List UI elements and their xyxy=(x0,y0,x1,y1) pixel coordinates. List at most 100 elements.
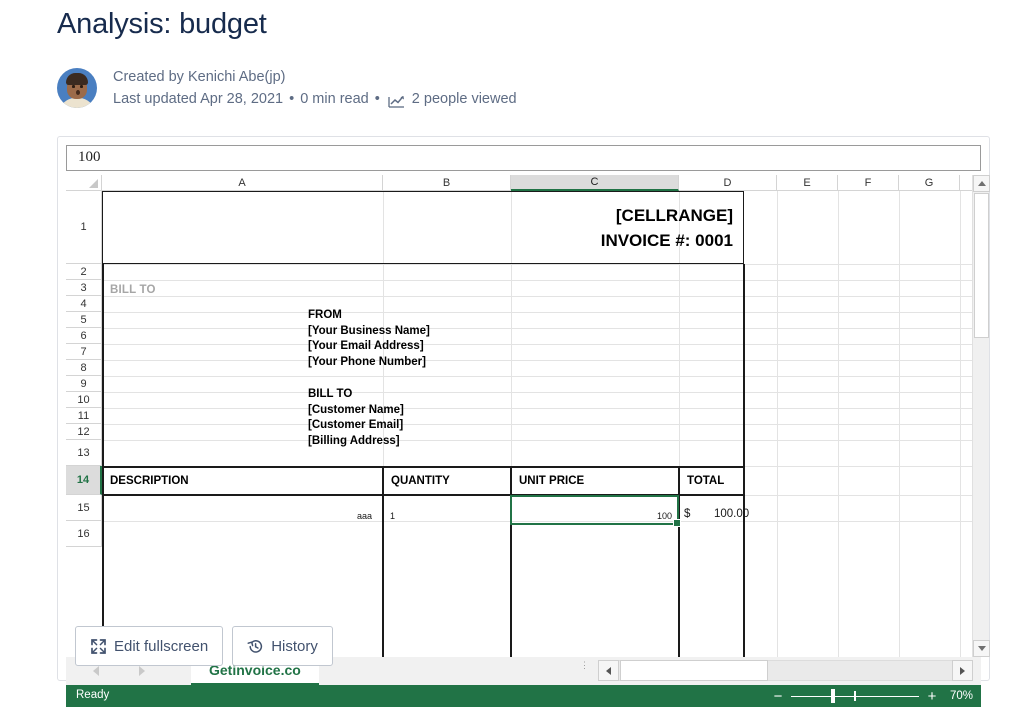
macro-footer-buttons: Edit fullscreen History xyxy=(75,626,333,666)
separator-2: • xyxy=(375,88,380,110)
cells-area[interactable]: [CELLRANGE] INVOICE #: 0001 BILL TO FROM… xyxy=(102,191,981,657)
separator-1: • xyxy=(289,88,294,110)
table-head-rule xyxy=(102,494,744,496)
arrow-up-icon xyxy=(978,181,986,186)
row-header-10[interactable]: 10 xyxy=(66,392,102,408)
views-text: 2 people viewed xyxy=(412,88,517,110)
scroll-down-button[interactable] xyxy=(973,640,990,657)
vertical-scroll-thumb[interactable] xyxy=(974,193,989,338)
cell-total-value: 100.00 xyxy=(714,508,749,520)
zoom-level-label: 70% xyxy=(939,690,973,702)
row-header-5[interactable]: 5 xyxy=(66,312,102,328)
horizontal-scroll-thumb[interactable] xyxy=(620,660,768,681)
from-heading: FROM xyxy=(308,308,430,324)
zoom-slider-thumb[interactable] xyxy=(831,689,835,703)
cell-total-currency: $ xyxy=(684,508,690,520)
billto-block: BILL TO [Customer Name] [Customer Email]… xyxy=(308,387,404,449)
expand-icon xyxy=(90,638,107,655)
cell-quantity-value[interactable]: 1 xyxy=(390,511,395,521)
row-headers: 1 2 3 4 5 6 7 8 9 10 11 12 13 14 15 16 xyxy=(66,191,102,547)
edit-fullscreen-button[interactable]: Edit fullscreen xyxy=(75,626,223,666)
table-vline-3 xyxy=(678,466,680,657)
select-all-corner[interactable] xyxy=(66,175,102,191)
horizontal-scrollbar[interactable] xyxy=(598,660,973,681)
invoice-border-left xyxy=(102,264,104,466)
arrow-down-icon xyxy=(978,646,986,651)
row-header-14[interactable]: 14 xyxy=(66,466,102,495)
read-time-text: 0 min read xyxy=(300,88,369,110)
table-vline-4 xyxy=(743,466,745,657)
column-header-e[interactable]: E xyxy=(777,175,838,191)
bill-to-watermark: BILL TO xyxy=(110,284,156,296)
invoice-border-right xyxy=(743,264,745,466)
spreadsheet-grid[interactable]: A B C D E F G H 1 2 3 4 5 6 7 8 9 10 11 … xyxy=(66,175,981,657)
column-header-f[interactable]: F xyxy=(838,175,899,191)
trend-chart-icon xyxy=(388,94,405,108)
row-header-11[interactable]: 11 xyxy=(66,408,102,424)
from-line-2: [Your Email Address] xyxy=(308,339,430,355)
invoice-number: INVOICE #: 0001 xyxy=(103,228,733,253)
row-header-13[interactable]: 13 xyxy=(66,440,102,466)
billto-heading: BILL TO xyxy=(308,387,404,403)
column-header-g[interactable]: G xyxy=(899,175,960,191)
table-header-total: TOTAL xyxy=(679,470,724,492)
history-button[interactable]: History xyxy=(232,626,333,666)
hscroll-left-button[interactable] xyxy=(598,660,619,681)
row-header-7[interactable]: 7 xyxy=(66,344,102,360)
zoom-midpoint-tick xyxy=(854,691,856,701)
scroll-up-button[interactable] xyxy=(973,175,990,192)
table-vline-1 xyxy=(382,466,384,657)
zoom-in-button[interactable]: + xyxy=(925,689,939,704)
from-line-1: [Your Business Name] xyxy=(308,324,430,340)
page-title: Analysis: budget xyxy=(57,4,267,44)
row-header-9[interactable]: 9 xyxy=(66,376,102,392)
created-by-text: Created by Kenichi Abe(jp) xyxy=(113,66,517,88)
arrow-left-icon xyxy=(606,667,611,675)
vertical-scrollbar[interactable] xyxy=(972,175,989,657)
zoom-out-button[interactable]: − xyxy=(771,689,785,704)
chevron-left-icon[interactable] xyxy=(93,666,99,676)
zoom-control[interactable]: − + 70% xyxy=(771,685,973,707)
spreadsheet-macro: 100 A B C D E F G H 1 2 3 4 5 6 7 8 9 10… xyxy=(57,136,990,681)
arrow-right-icon xyxy=(960,667,965,675)
row-header-12[interactable]: 12 xyxy=(66,424,102,440)
chevron-right-icon[interactable] xyxy=(139,666,145,676)
billto-line-1: [Customer Name] xyxy=(308,403,404,419)
table-top-rule xyxy=(102,466,744,468)
drag-grip-icon[interactable]: ⋮ xyxy=(580,663,584,668)
table-header-description: DESCRIPTION xyxy=(102,470,189,492)
row-header-2[interactable]: 2 xyxy=(66,264,102,280)
hscroll-right-button[interactable] xyxy=(952,660,973,681)
column-header-a[interactable]: A xyxy=(102,175,383,191)
cellrange-label: [CELLRANGE] xyxy=(103,203,733,228)
history-label: History xyxy=(271,638,318,655)
last-updated-text: Last updated Apr 28, 2021 xyxy=(113,88,283,110)
column-header-c[interactable]: C xyxy=(511,175,679,191)
billto-line-2: [Customer Email] xyxy=(308,418,404,434)
avatar xyxy=(57,68,97,108)
row-header-1[interactable]: 1 xyxy=(66,191,102,264)
invoice-title-box: [CELLRANGE] INVOICE #: 0001 xyxy=(102,191,744,264)
from-line-3: [Your Phone Number] xyxy=(308,355,430,371)
table-vline-2 xyxy=(510,466,512,657)
cell-unitprice-value[interactable]: 100 xyxy=(572,511,672,521)
table-header-unitprice: UNIT PRICE xyxy=(511,470,584,492)
row-header-4[interactable]: 4 xyxy=(66,296,102,312)
history-icon xyxy=(247,638,264,655)
formula-bar-input[interactable]: 100 xyxy=(66,145,981,171)
cell-description-value[interactable]: aaa xyxy=(282,511,372,521)
row-header-6[interactable]: 6 xyxy=(66,328,102,344)
from-block: FROM [Your Business Name] [Your Email Ad… xyxy=(308,308,430,370)
table-header-quantity: QUANTITY xyxy=(383,470,450,492)
status-text: Ready xyxy=(76,689,109,701)
edit-fullscreen-label: Edit fullscreen xyxy=(114,638,208,655)
row-header-16[interactable]: 16 xyxy=(66,521,102,547)
column-header-d[interactable]: D xyxy=(679,175,777,191)
zoom-slider[interactable] xyxy=(791,688,919,704)
column-header-b[interactable]: B xyxy=(383,175,511,191)
row-header-3[interactable]: 3 xyxy=(66,280,102,296)
row-header-15[interactable]: 15 xyxy=(66,495,102,521)
row-header-8[interactable]: 8 xyxy=(66,360,102,376)
status-bar: Ready − + 70% xyxy=(66,685,981,707)
billto-line-3: [Billing Address] xyxy=(308,434,404,450)
